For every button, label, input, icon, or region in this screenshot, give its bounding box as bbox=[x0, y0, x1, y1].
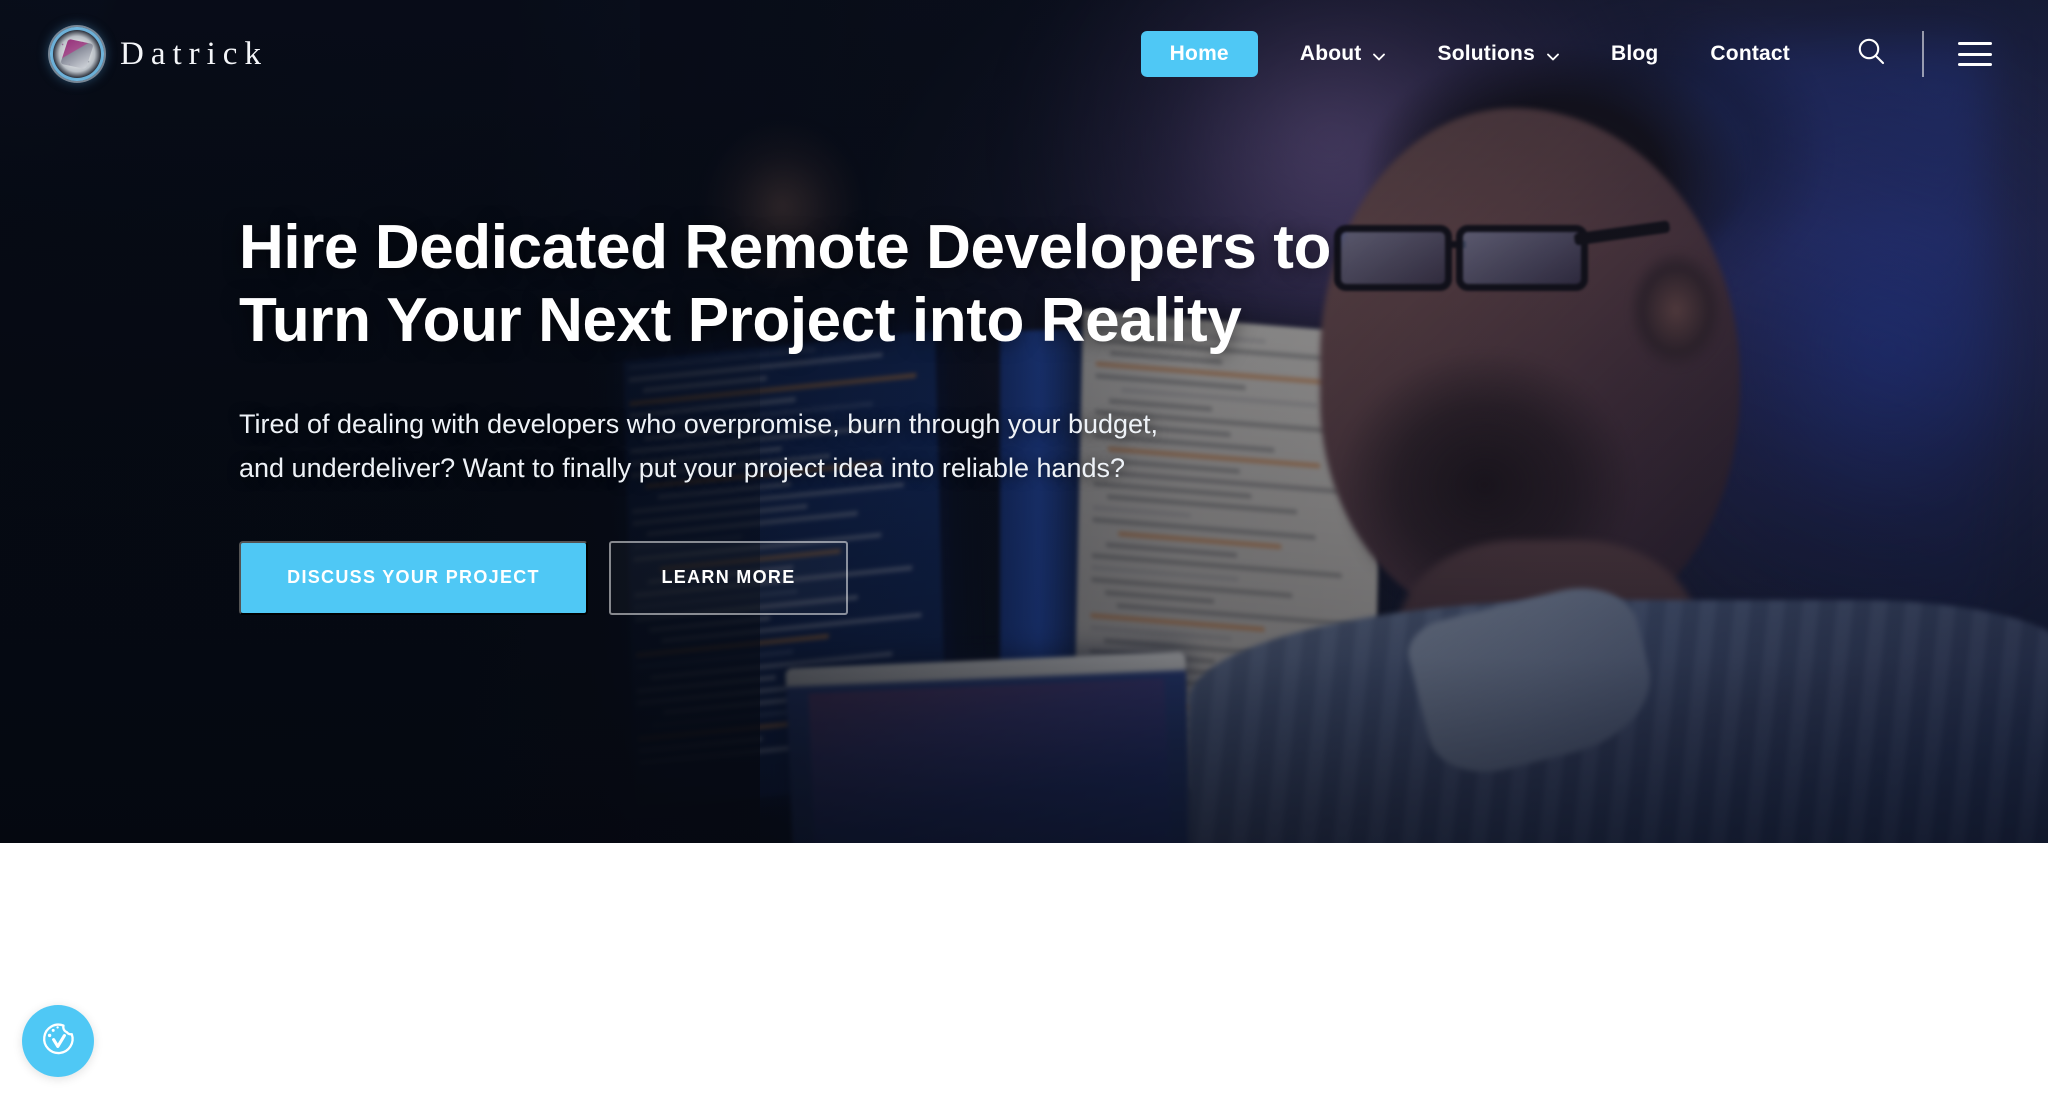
nav-item-solutions[interactable]: Solutions bbox=[1411, 30, 1584, 78]
chevron-down-icon bbox=[1372, 46, 1386, 60]
nav-item-about[interactable]: About bbox=[1274, 30, 1412, 78]
page-body-section bbox=[0, 843, 2048, 1108]
nav-item-solutions-label: Solutions bbox=[1437, 42, 1535, 65]
nav-item-contact[interactable]: Contact bbox=[1684, 30, 1816, 78]
nav-item-home-label: Home bbox=[1169, 42, 1229, 65]
search-button[interactable] bbox=[1844, 27, 1898, 81]
nav-item-blog[interactable]: Blog bbox=[1585, 30, 1684, 78]
hero-cta-row: DISCUSS YOUR PROJECT LEARN MORE bbox=[239, 540, 1359, 615]
nav-item-about-label: About bbox=[1299, 42, 1362, 65]
learn-more-button[interactable]: LEARN MORE bbox=[609, 540, 848, 615]
hero-headline-line2: Turn Your Next Project into Reality bbox=[239, 285, 1242, 355]
primary-navigation: Home About Solutions Blog Contact bbox=[1140, 27, 2048, 81]
menu-button[interactable] bbox=[1948, 27, 2002, 81]
hero-subheadline: Tired of dealing with developers who ove… bbox=[239, 403, 1279, 490]
hero-headline-line1: Hire Dedicated Remote Developers to bbox=[239, 213, 1332, 282]
hero-headline: Hire Dedicated Remote Developers to Turn… bbox=[239, 212, 1359, 357]
hero-subheadline-line1: Tired of dealing with developers who ove… bbox=[239, 409, 1159, 440]
search-icon bbox=[1856, 36, 1887, 72]
hero-section: Datrick Home About Solutions Blog Contac… bbox=[0, 0, 2048, 843]
nav-item-home[interactable]: Home bbox=[1140, 31, 1258, 77]
discuss-your-project-button[interactable]: DISCUSS YOUR PROJECT bbox=[239, 540, 588, 615]
hero-content: Hire Dedicated Remote Developers to Turn… bbox=[239, 212, 1359, 615]
nav-item-contact-label: Contact bbox=[1710, 42, 1790, 65]
header-divider bbox=[1922, 31, 1924, 77]
brand-logo-link[interactable]: Datrick bbox=[50, 27, 268, 81]
datrick-logo-icon bbox=[50, 27, 104, 81]
chevron-down-icon bbox=[1546, 46, 1559, 60]
nav-item-blog-label: Blog bbox=[1610, 42, 1659, 65]
header-tools bbox=[1844, 27, 2002, 81]
hamburger-menu-icon bbox=[1958, 42, 1992, 66]
cookie-consent-icon bbox=[36, 1017, 80, 1066]
hero-subheadline-line2: and underdeliver? Want to finally put yo… bbox=[239, 452, 1126, 483]
cookie-consent-button[interactable] bbox=[22, 1005, 94, 1077]
site-header: Datrick Home About Solutions Blog Contac… bbox=[0, 0, 2048, 108]
brand-name: Datrick bbox=[120, 35, 268, 72]
